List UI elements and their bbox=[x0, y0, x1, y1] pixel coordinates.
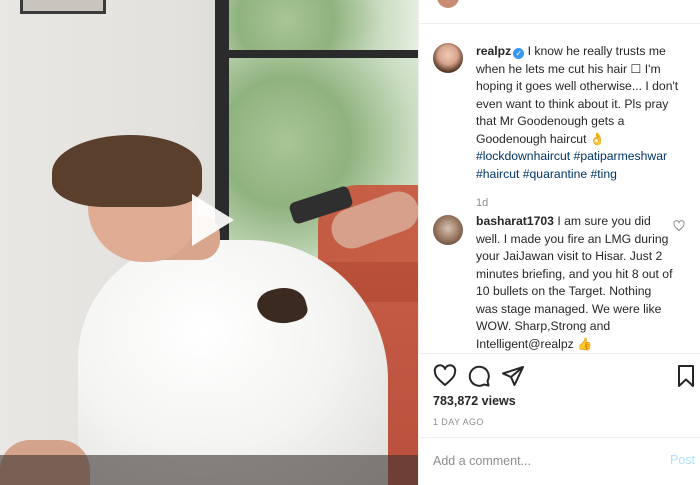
video-player[interactable] bbox=[0, 0, 418, 485]
chair bbox=[0, 455, 418, 485]
verified-badge-icon: ✓ bbox=[513, 48, 525, 59]
post-header bbox=[419, 0, 700, 24]
avatar[interactable] bbox=[433, 215, 463, 245]
comment-text: basharat1703 I am sure you did well. I m… bbox=[476, 213, 676, 353]
heart-icon[interactable] bbox=[433, 364, 457, 388]
play-icon[interactable] bbox=[178, 188, 242, 252]
caption-username[interactable]: realpz bbox=[476, 44, 511, 58]
post-panel: realpz ✓ I know he really trusts me when … bbox=[418, 0, 700, 485]
caption-time[interactable]: 1d bbox=[476, 197, 488, 209]
header-avatar[interactable] bbox=[437, 0, 459, 8]
bookmark-icon[interactable] bbox=[674, 364, 698, 388]
paper-plane-icon[interactable] bbox=[501, 364, 525, 388]
add-comment-bar: Post bbox=[419, 437, 700, 485]
hashtags-line-2[interactable]: #haircut #quarantine #ting bbox=[476, 167, 617, 181]
comment-icon[interactable] bbox=[467, 364, 491, 388]
towel bbox=[78, 240, 388, 485]
avatar[interactable] bbox=[433, 43, 463, 73]
post-date[interactable]: 1 DAY AGO bbox=[433, 417, 484, 427]
comments-list[interactable]: realpz ✓ I know he really trusts me when … bbox=[419, 25, 700, 353]
caption-text: realpz ✓ I know he really trusts me when … bbox=[476, 43, 688, 183]
comment-username[interactable]: basharat1703 bbox=[476, 214, 554, 228]
hashtags-line-1[interactable]: #lockdownhaircut #patiparmeshwar bbox=[476, 149, 667, 163]
comment-like-heart-icon[interactable] bbox=[673, 219, 685, 232]
comment-input[interactable] bbox=[433, 450, 653, 472]
post-comment-button[interactable]: Post bbox=[670, 453, 695, 467]
view-count[interactable]: 783,872 views bbox=[433, 394, 516, 408]
action-bar: 783,872 views 1 DAY AGO bbox=[419, 353, 700, 437]
comment-body: I am sure you did well. I made you fire … bbox=[476, 214, 673, 351]
caption-body: I know he really trusts me when he lets … bbox=[476, 44, 679, 146]
